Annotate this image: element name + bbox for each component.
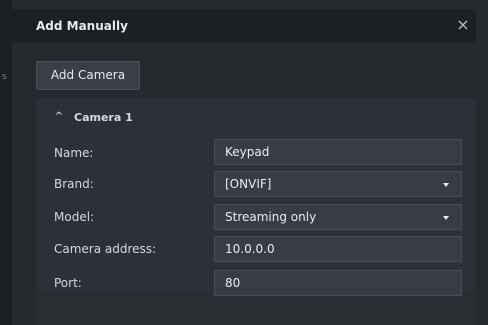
name-label: Name: (54, 146, 94, 160)
model-select[interactable]: Streaming only (214, 204, 462, 230)
model-selected-value: Streaming only (225, 210, 317, 224)
chevron-down-icon (443, 216, 449, 220)
camera-address-label: Camera address: (54, 242, 157, 256)
add-camera-button[interactable]: Add Camera (36, 61, 140, 90)
model-label: Model: (54, 210, 95, 224)
chevron-down-icon (443, 183, 449, 187)
background-window-edge: s (0, 0, 12, 325)
brand-select[interactable]: [ONVIF] (214, 171, 462, 197)
screen: s Add Manually × Add Camera ^ Camera 1 N… (0, 0, 488, 325)
camera-section-label: Camera 1 (74, 110, 133, 124)
panel-bottom-area (36, 292, 476, 325)
name-field[interactable]: Keypad (214, 139, 462, 165)
background-text-fragment: s (2, 72, 7, 82)
camera-address-field[interactable]: 10.0.0.0 (214, 236, 462, 262)
chevron-up-icon: ^ (54, 111, 64, 122)
port-label: Port: (54, 276, 82, 290)
brand-selected-value: [ONVIF] (225, 177, 272, 191)
close-icon[interactable]: × (456, 17, 470, 33)
dialog-header: Add Manually × (12, 9, 476, 43)
camera-1-collapse-toggle[interactable]: ^ Camera 1 (54, 108, 133, 126)
port-field[interactable]: 80 (214, 270, 462, 296)
brand-label: Brand: (54, 177, 94, 191)
dialog-title: Add Manually (36, 19, 128, 33)
